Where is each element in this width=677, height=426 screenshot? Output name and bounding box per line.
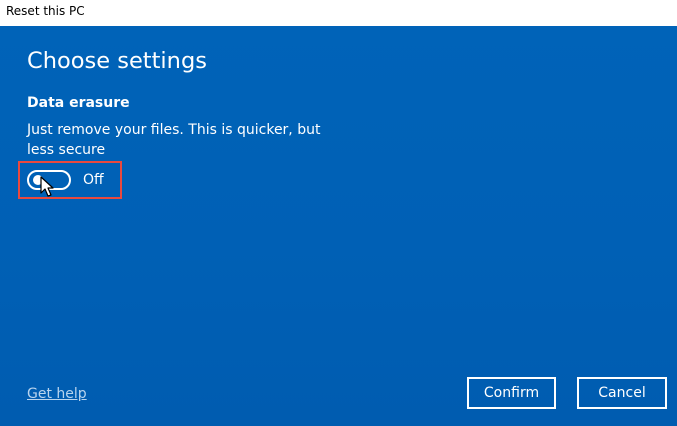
settings-panel: Choose settings Data erasure Just remove… (0, 26, 677, 426)
confirm-button[interactable]: Confirm (467, 377, 556, 409)
window-titlebar: Reset this PC (0, 0, 677, 26)
mouse-pointer-icon (40, 176, 54, 197)
reset-this-pc-window: Reset this PC Choose settings Data erasu… (0, 0, 677, 426)
get-help-link[interactable]: Get help (27, 386, 87, 402)
cancel-button[interactable]: Cancel (577, 377, 667, 409)
data-erasure-label: Data erasure (27, 95, 130, 111)
window-title: Reset this PC (6, 4, 85, 18)
data-erasure-description: Just remove your files. This is quicker,… (27, 122, 321, 158)
toggle-state-label: Off (83, 172, 104, 188)
page-title: Choose settings (27, 48, 207, 74)
